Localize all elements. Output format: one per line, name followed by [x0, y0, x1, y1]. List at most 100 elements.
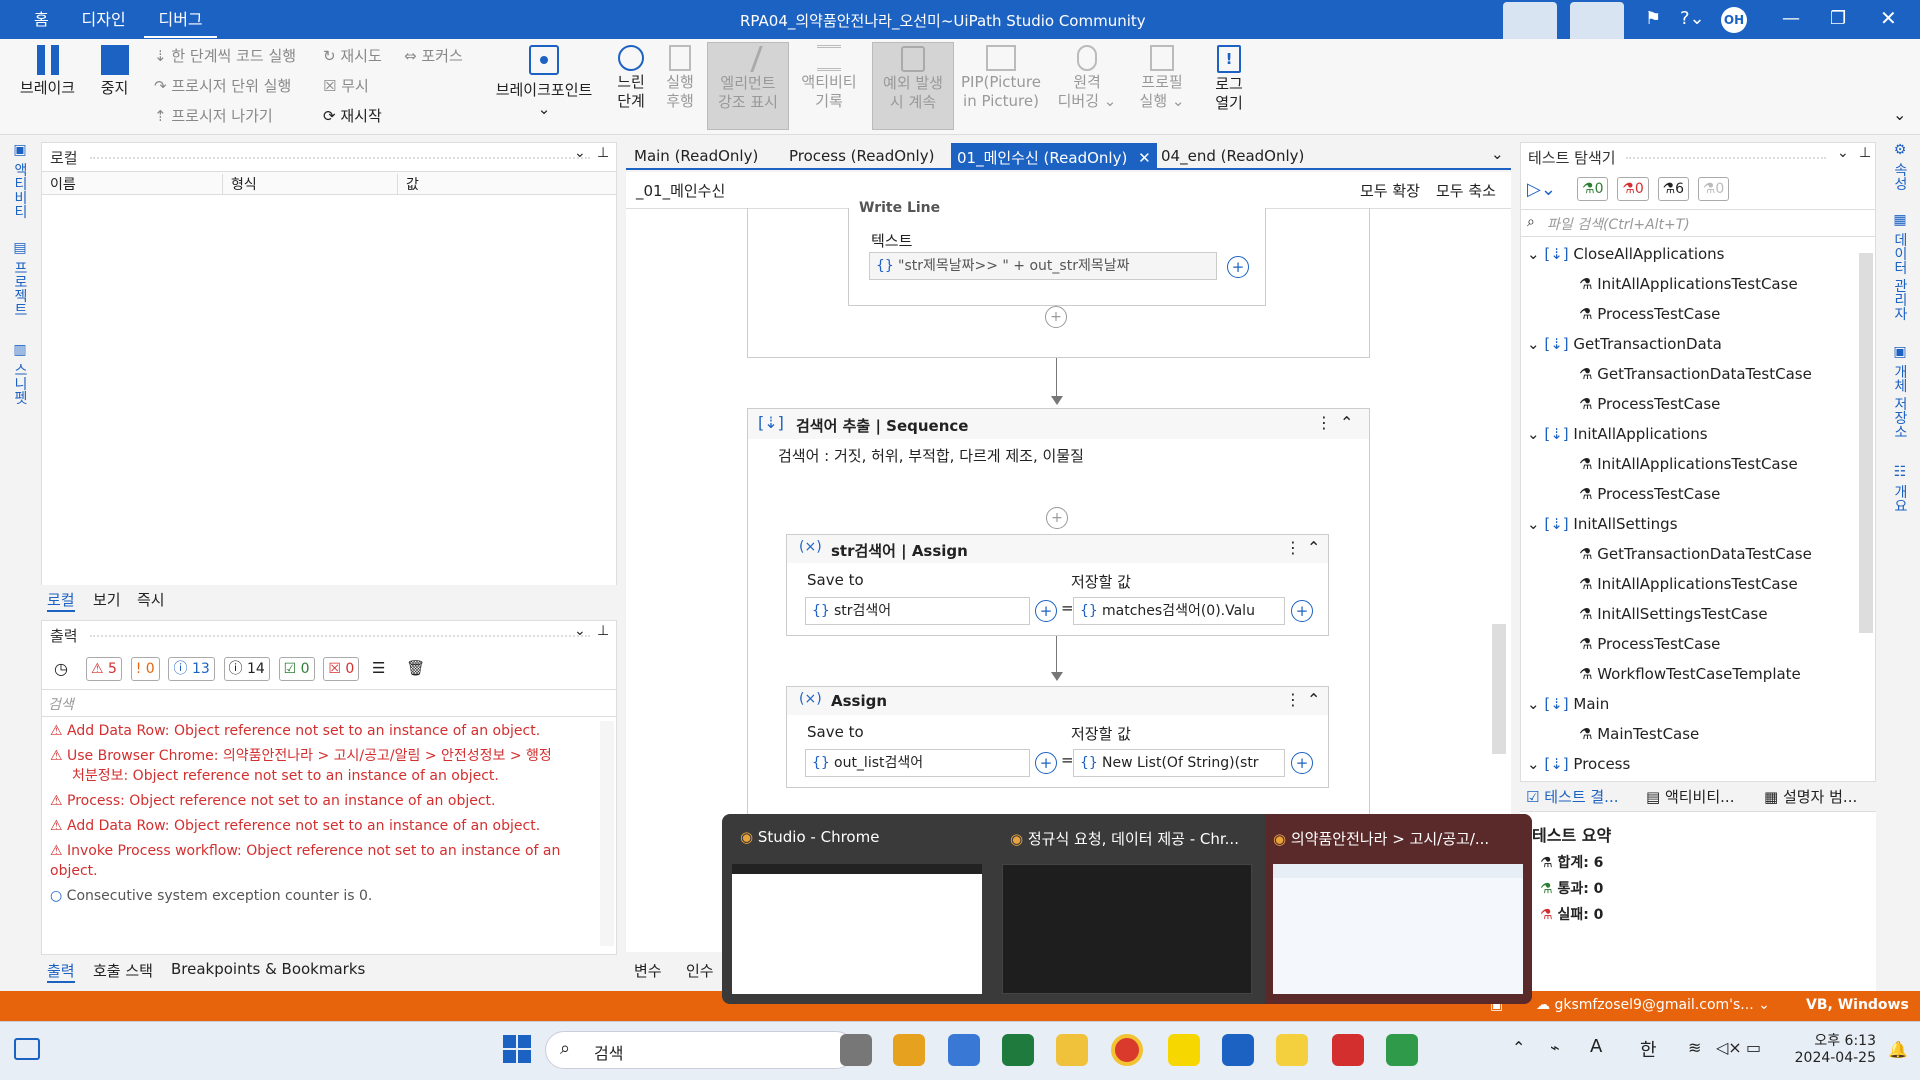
notification-bell-icon[interactable]: 🔔 — [1888, 1040, 1908, 1059]
tree-item[interactable]: ⚗ GetTransactionDataTestCase — [1527, 359, 1852, 389]
feedback-icon[interactable]: ⚑ — [1645, 8, 1661, 29]
more-options-icon[interactable]: ⋮ — [1316, 413, 1332, 432]
add-activity-icon[interactable]: + — [1045, 306, 1067, 328]
tab-watch[interactable]: 보기 — [93, 589, 121, 610]
remote-debugging-button[interactable]: 원격 디버깅 ⌄ — [1052, 45, 1122, 111]
tree-item[interactable]: ⚗ ProcessTestCase — [1527, 389, 1852, 419]
continue-on-exception-button[interactable]: 예외 발생 시 계속 — [872, 42, 954, 130]
success-filter[interactable]: ☑ 0 — [278, 657, 315, 681]
add-icon[interactable]: + — [1291, 752, 1313, 774]
output-message[interactable]: ⚠ Process: Object reference not set to a… — [50, 791, 590, 811]
pin-icon[interactable]: ⊥ — [597, 145, 609, 161]
value-field[interactable]: {} matches검색어(0).Valu — [1073, 597, 1285, 625]
output-search[interactable]: 검색 — [42, 689, 616, 717]
add-icon[interactable]: + — [1291, 600, 1313, 622]
save-to-field[interactable]: {} out_list검색어 — [805, 749, 1030, 777]
step-over-button[interactable]: ↷ 프로시저 단위 실행 — [154, 75, 291, 96]
chevron-down-icon[interactable]: ⌄ — [574, 145, 586, 161]
preview-window-3[interactable]: ◉ 의약품안전나라 > 고시/공고/... — [1265, 814, 1532, 1004]
tree-item[interactable]: ⚗ InitAllApplicationsTestCase — [1527, 269, 1852, 299]
file-explorer-icon[interactable] — [1056, 1034, 1088, 1066]
tree-item[interactable]: ⚗ ProcessTestCase — [1527, 299, 1852, 329]
output-message[interactable]: ⚠ Add Data Row: Object reference not set… — [50, 816, 590, 836]
error-filter[interactable]: ⚠ 5 — [86, 657, 122, 681]
tree-item[interactable]: ⌄ [⇣] GetTransactionData — [1527, 329, 1852, 359]
tabs-dropdown-icon[interactable]: ⌄ — [1491, 145, 1504, 163]
tab-breakpoints-bookmarks[interactable]: Breakpoints & Bookmarks — [171, 960, 365, 978]
column-type[interactable]: 형식 — [222, 174, 257, 194]
tree-item[interactable]: ⚗ ProcessTestCase — [1527, 629, 1852, 659]
output-message[interactable]: ⚠ Invoke Process workflow: Object refere… — [50, 841, 590, 881]
tab-output[interactable]: 출력 — [47, 960, 75, 983]
tab-call-stack[interactable]: 호출 스택 — [93, 960, 153, 981]
tree-item[interactable]: ⚗ MainTestCase — [1527, 719, 1852, 749]
preview-window-2[interactable]: ◉ 정규식 요청, 데이터 제공 - Chr... — [1002, 814, 1267, 1004]
properties-panel-tab[interactable]: ⚙ 속성 — [1890, 142, 1910, 190]
chevron-up-icon[interactable]: ⌃ — [1512, 1038, 1525, 1057]
restore-icon[interactable]: ❐ — [1830, 8, 1846, 29]
object-repository-panel-tab[interactable]: ▣ 개체 저장소 — [1890, 344, 1910, 439]
activities-panel-tab[interactable]: ▣ 액티비티 — [10, 142, 30, 218]
output-message[interactable]: ⚠ Add Data Row: Object reference not set… — [50, 721, 590, 741]
execution-trail-button[interactable]: 실행 후행 — [660, 45, 700, 111]
chevron-down-icon[interactable]: ⌄ — [1837, 145, 1849, 161]
tab-main[interactable]: Main (ReadOnly) — [634, 147, 758, 165]
tab-arguments[interactable]: 인수 — [686, 960, 714, 981]
task-view-icon[interactable] — [840, 1034, 872, 1066]
language-status[interactable]: VB, Windows — [1806, 997, 1909, 1013]
breakpoints-button[interactable]: 브레이크포인트 ⌄ — [490, 45, 598, 119]
save-to-field[interactable]: {} str검색어 — [805, 597, 1030, 625]
close-icon[interactable]: ✕ — [1880, 6, 1897, 30]
tree-item[interactable]: ⚗ InitAllApplicationsTestCase — [1527, 449, 1852, 479]
preview-window-1[interactable]: ◉ Studio - Chrome — [732, 814, 997, 1004]
passed-filter[interactable]: ⚗0 — [1577, 177, 1609, 201]
stop-button[interactable]: 중지 — [92, 45, 137, 98]
notepad-icon[interactable] — [948, 1034, 980, 1066]
user-avatar[interactable]: OH — [1721, 7, 1747, 33]
tab-process[interactable]: Process (ReadOnly) — [789, 147, 934, 165]
trace-filter[interactable]: ⓘ 14 — [223, 657, 270, 681]
pin-icon[interactable]: ⊥ — [1859, 145, 1871, 161]
add-activity-icon[interactable]: + — [1046, 507, 1068, 529]
tree-item[interactable]: ⚗ GetTransactionDataTestCase — [1527, 539, 1852, 569]
snipping-tool-icon[interactable] — [1332, 1034, 1364, 1066]
value-field[interactable]: {} New List(Of String)(str — [1073, 749, 1285, 777]
menu-design[interactable]: 디자인 — [68, 0, 140, 39]
clock-time[interactable]: 오후 6:13 — [1788, 1030, 1876, 1050]
tree-scrollbar[interactable] — [1859, 239, 1873, 779]
tree-item[interactable]: ⚗ ProcessTestCase — [1527, 479, 1852, 509]
minimize-icon[interactable]: — — [1782, 8, 1800, 29]
data-manager-panel-tab[interactable]: ▦ 데이터 관리자 — [1890, 212, 1910, 321]
slow-step-button[interactable]: 느린 단계 — [612, 45, 650, 111]
tab-01-main-receive[interactable]: 01_메인수신 (ReadOnly) ✕ — [951, 143, 1157, 170]
tab-descriptor-coverage[interactable]: ▦ 설명자 범... — [1764, 786, 1857, 807]
menu-debug[interactable]: 디버그 — [144, 3, 217, 38]
warning-filter[interactable]: ! 0 — [130, 657, 160, 681]
store-icon[interactable] — [893, 1034, 925, 1066]
log-activities-button[interactable]: 액티비티 기록 — [798, 45, 860, 111]
more-options-icon[interactable]: ⋮ — [1285, 690, 1301, 709]
close-tab-icon[interactable]: ✕ — [1138, 149, 1151, 167]
run-tests-icon[interactable]: ▷⌄ — [1527, 179, 1556, 200]
output-message[interactable]: ⚠ Use Browser Chrome: 의약품안전나라 > 고시/공고/알림… — [50, 746, 590, 766]
kakaotalk-icon[interactable] — [1168, 1034, 1200, 1066]
chrome-icon[interactable] — [1111, 1034, 1143, 1066]
failed-filter[interactable]: ⚗0 — [1617, 177, 1649, 201]
tree-item[interactable]: ⌄ [⇣] Main — [1527, 689, 1852, 719]
test-search[interactable]: ⌕ 파일 검색(Ctrl+Alt+T) — [1521, 209, 1875, 237]
uipath-assistant-icon[interactable] — [1386, 1034, 1418, 1066]
tab-variables[interactable]: 변수 — [634, 960, 662, 981]
tree-item[interactable]: ⚗ InitAllApplicationsTestCase — [1527, 569, 1852, 599]
tab-locals[interactable]: 로컬 — [47, 589, 75, 612]
chevron-down-icon[interactable]: ⌄ — [574, 623, 586, 639]
ribbon-collapse-icon[interactable]: ⌄ — [1893, 105, 1906, 124]
column-name[interactable]: 이름 — [50, 174, 76, 194]
fail-filter[interactable]: ☒ 0 — [323, 657, 360, 681]
clock-date[interactable]: 2024-04-25 — [1788, 1050, 1876, 1066]
help-icon[interactable]: ?⌄ — [1680, 8, 1705, 29]
account-status[interactable]: ☁ gksmfzosel9@gmail.com's... ⌄ — [1536, 997, 1770, 1013]
output-message[interactable]: ○ Consecutive system exception counter i… — [50, 886, 590, 906]
focus-button[interactable]: ⇔ 포커스 — [404, 45, 463, 66]
tab-04-end[interactable]: 04_end (ReadOnly) — [1161, 147, 1304, 165]
tab-test-results[interactable]: ☑ 테스트 결... — [1526, 786, 1619, 807]
